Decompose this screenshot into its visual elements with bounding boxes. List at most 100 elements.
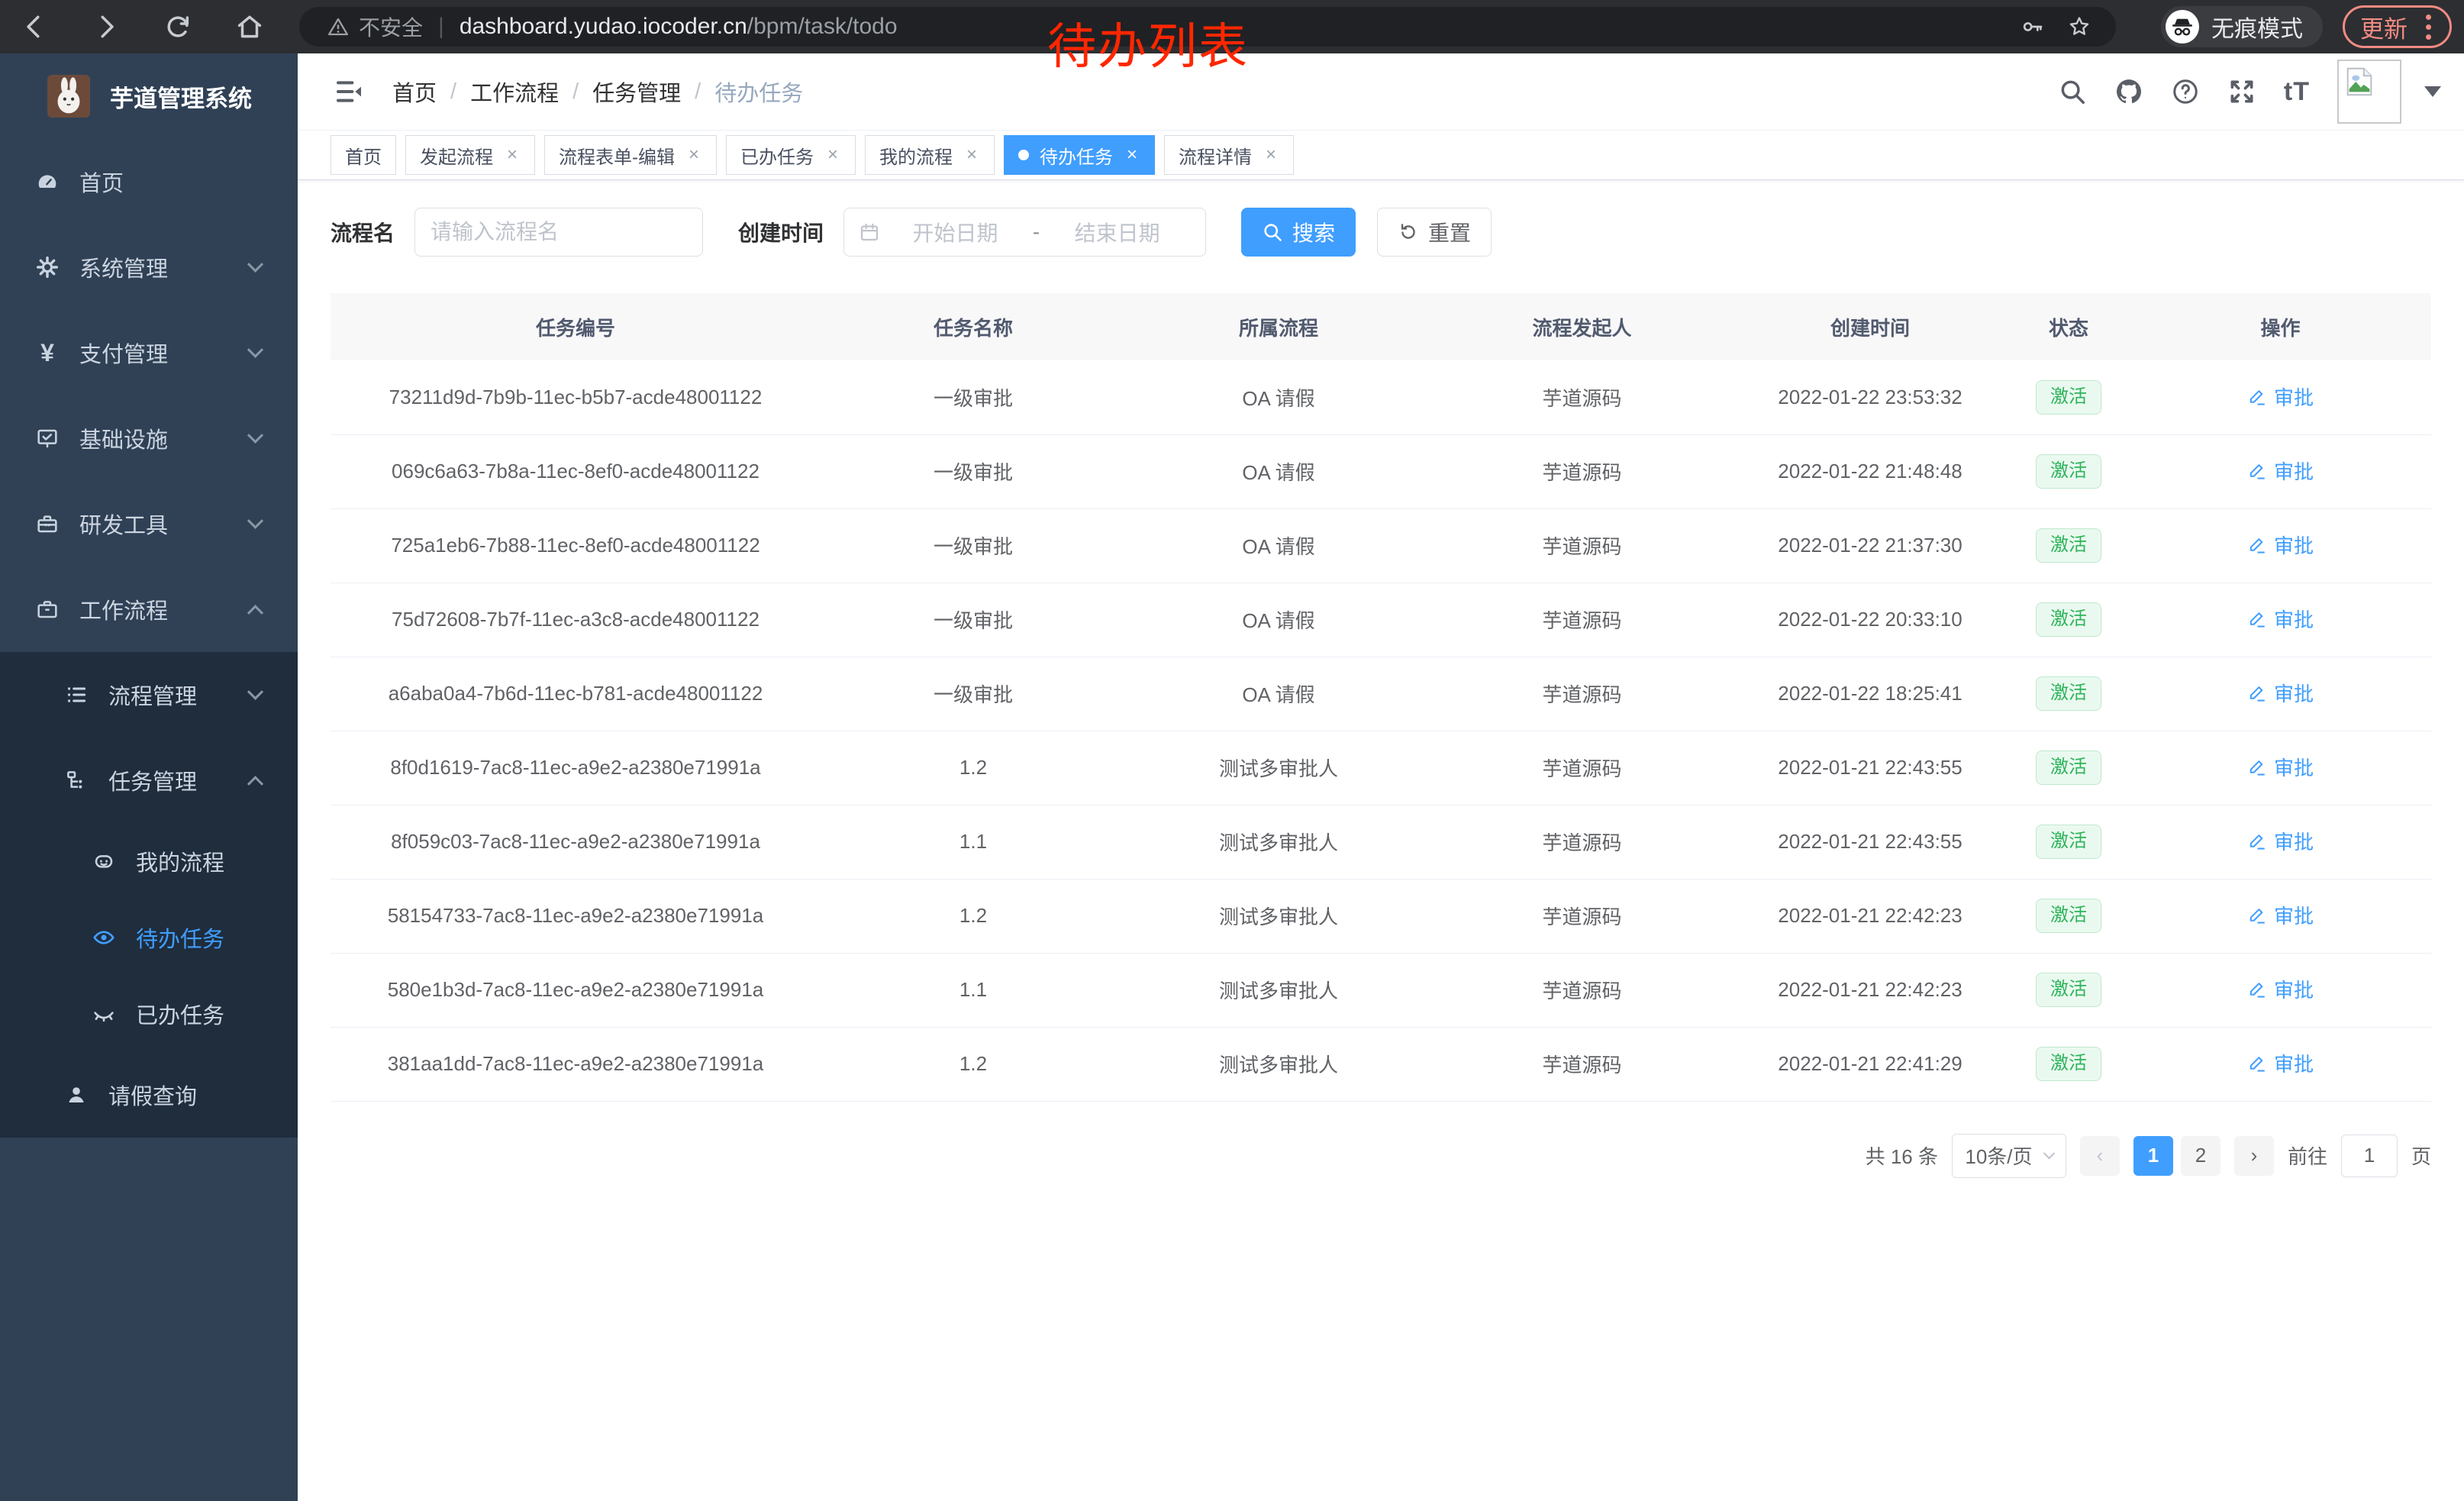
logo[interactable]: 芋道管理系统 [0, 53, 298, 139]
page-button-2[interactable]: 2 [2181, 1136, 2221, 1176]
sidebar-item-5[interactable]: 工作流程 [0, 567, 298, 652]
tab-0[interactable]: 首页 [331, 135, 396, 175]
date-range-picker[interactable]: 开始日期 - 结束日期 [843, 208, 1206, 257]
sidebar-item-3[interactable]: 基础设施 [0, 395, 298, 481]
approve-button[interactable]: 审批 [2247, 975, 2314, 1003]
cell-starter: 芋道源码 [1431, 1027, 1733, 1101]
sidebar-item-11[interactable]: 请假查询 [0, 1052, 298, 1138]
status-badge: 激活 [2036, 899, 2101, 933]
tab-1[interactable]: 发起流程 × [405, 135, 535, 175]
update-button[interactable]: 更新 [2343, 5, 2452, 48]
status-badge: 激活 [2036, 676, 2101, 711]
tab-6[interactable]: 流程详情× [1164, 135, 1294, 175]
cell-action: 审批 [2130, 508, 2431, 583]
prev-page-button[interactable]: ‹ [2080, 1136, 2120, 1176]
tab-4[interactable]: 我的流程× [865, 135, 995, 175]
pen-icon [2247, 831, 2267, 851]
close-icon[interactable]: × [685, 144, 702, 166]
caret-down-icon[interactable] [2424, 86, 2441, 97]
approve-button[interactable]: 审批 [2247, 679, 2314, 707]
close-icon[interactable]: × [824, 144, 841, 166]
reset-button[interactable]: 重置 [1377, 208, 1492, 257]
table-row: 8f059c03-7ac8-11ec-a9e2-a2380e71991a1.1测… [331, 805, 2431, 879]
fullscreen-icon[interactable] [2227, 77, 2256, 106]
pen-icon [2247, 535, 2267, 555]
sidebar-item-6[interactable]: 流程管理 [0, 652, 298, 738]
process-name-input[interactable] [414, 208, 703, 257]
sidebar-item-7[interactable]: 任务管理 [0, 738, 298, 823]
sidebar-item-0[interactable]: 首页 [0, 139, 298, 224]
home-icon[interactable] [235, 12, 264, 41]
incognito-badge: 无痕模式 [2161, 6, 2323, 47]
help-icon[interactable] [2171, 77, 2200, 106]
tree-icon [61, 768, 92, 792]
close-icon[interactable]: × [963, 144, 980, 166]
hamburger-icon[interactable] [334, 76, 365, 107]
approve-button[interactable]: 审批 [2247, 827, 2314, 855]
approve-label: 审批 [2274, 975, 2314, 1003]
sidebar-item-2[interactable]: ¥支付管理 [0, 310, 298, 395]
breadcrumb-item[interactable]: 工作流程 [470, 76, 559, 108]
approve-button[interactable]: 审批 [2247, 753, 2314, 781]
sidebar-item-9[interactable]: 待办任务 [0, 899, 298, 976]
sidebar-item-4[interactable]: 研发工具 [0, 481, 298, 567]
page-size-value: 10条/页 [1965, 1141, 2032, 1170]
approve-button[interactable]: 审批 [2247, 605, 2314, 633]
key-icon[interactable] [2020, 15, 2044, 39]
cell-starter: 芋道源码 [1431, 731, 1733, 805]
search-icon[interactable] [2058, 77, 2087, 106]
back-icon[interactable] [20, 12, 49, 41]
page-button-1[interactable]: 1 [2133, 1136, 2173, 1176]
next-page-button[interactable]: › [2234, 1136, 2274, 1176]
github-icon[interactable] [2114, 77, 2143, 106]
cell-status: 激活 [2008, 879, 2130, 953]
browser-menu-icon[interactable] [2423, 15, 2434, 40]
todo-table: 任务编号任务名称所属流程流程发起人创建时间状态操作 73211d9d-7b9b-… [331, 293, 2431, 1102]
close-icon[interactable]: × [504, 144, 521, 166]
cell-id: 725a1eb6-7b88-11ec-8ef0-acde48001122 [331, 508, 821, 583]
bookmark-star-icon[interactable] [2067, 15, 2091, 39]
tab-label: 流程表单-编辑 [559, 142, 675, 169]
approve-button[interactable]: 审批 [2247, 383, 2314, 411]
cell-process: 测试多审批人 [1126, 879, 1431, 953]
reset-button-label: 重置 [1428, 217, 1471, 247]
table-header-row: 任务编号任务名称所属流程流程发起人创建时间状态操作 [331, 293, 2431, 360]
close-icon[interactable]: × [1263, 144, 1279, 166]
column-header: 任务名称 [821, 293, 1126, 360]
reload-icon[interactable] [163, 12, 192, 41]
cell-created: 2022-01-22 21:48:48 [1733, 434, 2008, 508]
goto-page-input[interactable] [2341, 1135, 2398, 1177]
approve-button[interactable]: 审批 [2247, 901, 2314, 929]
tab-label: 发起流程 [420, 142, 493, 169]
search-button[interactable]: 搜索 [1241, 208, 1356, 257]
font-size-icon[interactable]: tT [2284, 77, 2310, 107]
table-row: 73211d9d-7b9b-11ec-b5b7-acde48001122一级审批… [331, 360, 2431, 434]
cell-created: 2022-01-22 18:25:41 [1733, 657, 2008, 731]
breadcrumb-item[interactable]: 首页 [392, 76, 437, 108]
sidebar-item-label: 我的流程 [136, 845, 224, 877]
forward-icon[interactable] [92, 12, 121, 41]
cell-process: 测试多审批人 [1126, 953, 1431, 1027]
avatar[interactable] [2337, 60, 2401, 124]
approve-button[interactable]: 审批 [2247, 1049, 2314, 1077]
incognito-label: 无痕模式 [2211, 10, 2303, 44]
tab-2[interactable]: 流程表单-编辑 × [544, 135, 717, 175]
tab-5[interactable]: 待办任务× [1004, 135, 1155, 175]
close-icon[interactable]: × [1124, 144, 1140, 166]
cell-action: 审批 [2130, 879, 2431, 953]
cell-process: OA 请假 [1126, 583, 1431, 657]
update-label: 更新 [2360, 10, 2408, 44]
tab-3[interactable]: 已办任务× [726, 135, 856, 175]
page-size-select[interactable]: 10条/页 [1952, 1134, 2066, 1178]
status-badge: 激活 [2036, 602, 2101, 637]
cell-name: 一级审批 [821, 583, 1126, 657]
table-row: 580e1b3d-7ac8-11ec-a9e2-a2380e71991a1.1测… [331, 953, 2431, 1027]
breadcrumb-item[interactable]: 任务管理 [592, 76, 681, 108]
warning-icon [327, 15, 350, 38]
sidebar-item-1[interactable]: 系统管理 [0, 224, 298, 310]
approve-button[interactable]: 审批 [2247, 531, 2314, 559]
status-badge: 激活 [2036, 528, 2101, 563]
sidebar-item-10[interactable]: 已办任务 [0, 976, 298, 1052]
approve-button[interactable]: 审批 [2247, 457, 2314, 485]
sidebar-item-8[interactable]: 我的流程 [0, 823, 298, 899]
